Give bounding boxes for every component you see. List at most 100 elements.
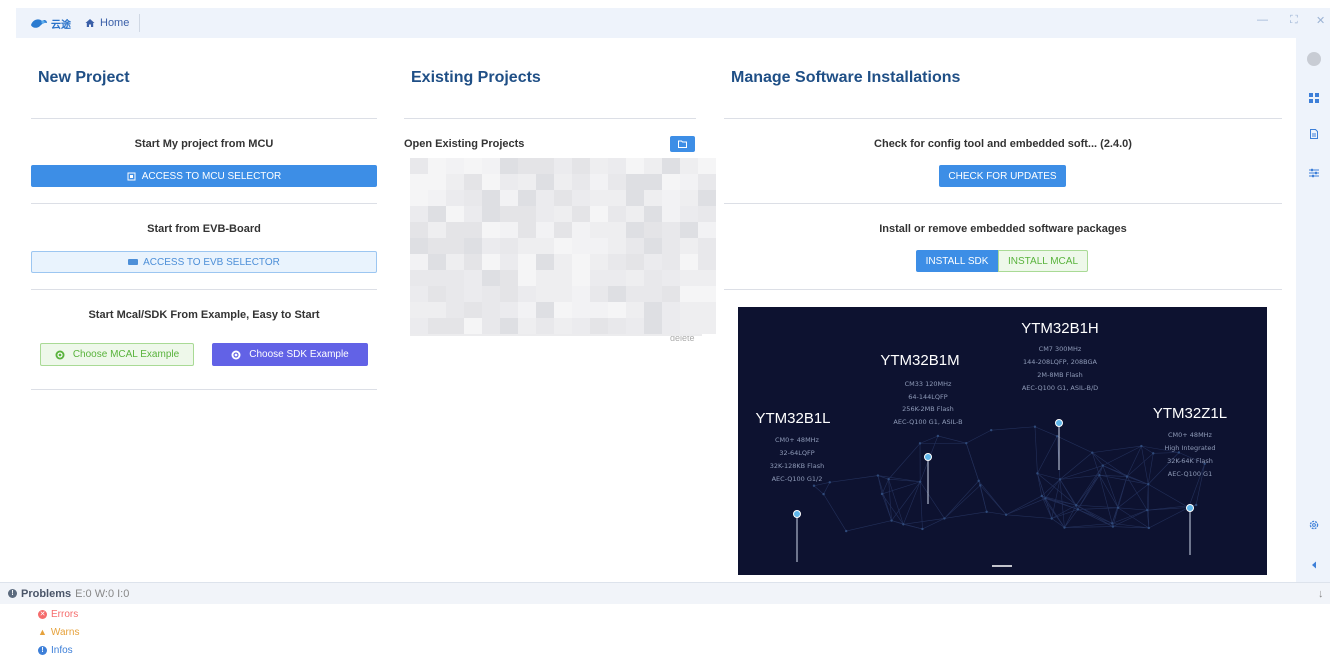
access-evb-selector-label: ACCESS TO EVB SELECTOR	[143, 256, 280, 268]
blur-cell	[518, 238, 536, 254]
mesh-node	[887, 478, 890, 481]
blur-cell	[446, 238, 464, 254]
blur-cell	[518, 222, 536, 238]
close-button[interactable]: ✕	[1316, 14, 1325, 27]
blur-cell	[626, 238, 644, 254]
blur-cell	[554, 206, 572, 222]
grid-icon[interactable]	[1309, 93, 1319, 103]
problems-errors-item[interactable]: ✕ Errors	[38, 605, 1330, 623]
blur-cell	[464, 222, 482, 238]
example-label: Start Mcal/SDK From Example, Easy to Sta…	[88, 309, 320, 321]
choose-mcal-example-button[interactable]: Choose MCAL Example	[40, 343, 194, 366]
mesh-line	[1056, 435, 1093, 453]
problems-warns-item[interactable]: ▲ Warns	[38, 623, 1330, 641]
choose-sdk-example-label: Choose SDK Example	[249, 349, 349, 360]
check-for-updates-button[interactable]: CHECK FOR UPDATES	[939, 165, 1066, 187]
mesh-node	[1110, 522, 1114, 525]
chip-icon	[127, 172, 136, 180]
mesh-line	[1146, 484, 1149, 511]
blur-cell	[518, 206, 536, 222]
blur-cell	[536, 190, 554, 206]
mesh-line	[1153, 452, 1179, 454]
mesh-line	[823, 482, 831, 495]
divider	[724, 289, 1282, 290]
right-toolbar	[1296, 38, 1330, 582]
mesh-line	[903, 524, 923, 530]
blur-cell	[626, 206, 644, 222]
blur-cell	[500, 318, 518, 334]
mesh-line	[1075, 475, 1100, 506]
mesh-line	[1045, 498, 1077, 506]
blur-cell	[662, 222, 680, 238]
minimize-button[interactable]: —	[1257, 14, 1268, 26]
blur-cell	[518, 158, 536, 174]
blur-cell	[536, 206, 554, 222]
mesh-line	[1077, 509, 1114, 527]
blur-cell	[428, 254, 446, 270]
mesh-node	[880, 492, 884, 496]
collapse-left-icon[interactable]	[1309, 560, 1319, 570]
mesh-line	[1034, 426, 1058, 437]
tab-home[interactable]: Home	[85, 14, 141, 32]
mesh-line	[1112, 509, 1148, 527]
access-evb-selector-button[interactable]: ACCESS TO EVB SELECTOR	[31, 251, 377, 273]
mesh-node	[977, 479, 980, 483]
install-sdk-button[interactable]: INSTALL SDK	[916, 250, 998, 272]
blur-cell	[500, 190, 518, 206]
blur-cell	[662, 254, 680, 270]
mesh-node	[1050, 517, 1053, 520]
problems-header[interactable]: ! Problems E:0 W:0 I:0 ↓	[0, 582, 1330, 604]
blur-cell	[662, 302, 680, 318]
blur-cell	[482, 206, 500, 222]
mesh-line	[1112, 509, 1148, 524]
avatar[interactable]	[1307, 52, 1321, 66]
board-icon	[128, 259, 139, 265]
document-icon[interactable]	[1309, 129, 1319, 139]
blur-cell	[644, 238, 662, 254]
blur-cell	[608, 286, 626, 302]
chip-spec: 2M-8MB Flash	[1037, 371, 1082, 379]
mesh-line	[966, 429, 992, 444]
evb-label: Start from EVB-Board	[147, 223, 261, 235]
mesh-line	[881, 479, 889, 495]
blur-cell	[482, 174, 500, 190]
mesh-node	[828, 481, 831, 484]
blur-cell	[698, 254, 716, 270]
product-banner: YTM32B1L CM0+ 48MHz 32-64LQFP 32K-128KB …	[738, 307, 1267, 575]
problems-infos-item[interactable]: ! Infos	[38, 641, 1330, 658]
blur-cell	[680, 206, 698, 222]
mesh-node	[1058, 478, 1062, 481]
home-icon	[85, 19, 95, 27]
open-folder-button[interactable]	[670, 136, 695, 152]
settings-icon[interactable]	[1309, 520, 1319, 530]
blur-cell	[626, 190, 644, 206]
manage-software-title: Manage Software Installations	[731, 69, 961, 86]
blur-cell	[626, 286, 644, 302]
install-mcal-button[interactable]: INSTALL MCAL	[998, 250, 1088, 272]
mesh-line	[813, 485, 824, 495]
blur-cell	[464, 270, 482, 286]
blur-cell	[608, 270, 626, 286]
blur-cell	[464, 286, 482, 302]
blur-cell	[590, 254, 608, 270]
recent-projects-list	[410, 158, 716, 336]
sliders-icon[interactable]	[1309, 168, 1319, 178]
blur-cell	[518, 190, 536, 206]
blur-cell	[572, 318, 590, 334]
mesh-line	[1064, 509, 1079, 528]
blur-cell	[662, 270, 680, 286]
mesh-node	[1040, 494, 1043, 498]
choose-sdk-example-button[interactable]: Choose SDK Example	[212, 343, 368, 366]
collapse-panel-icon[interactable]: ↓	[1318, 588, 1324, 600]
blur-cell	[608, 190, 626, 206]
mesh-node	[1004, 513, 1008, 516]
mesh-line	[1099, 475, 1119, 508]
access-mcu-selector-button[interactable]: ACCESS TO MCU SELECTOR	[31, 165, 377, 187]
maximize-button[interactable]: ⛶	[1290, 14, 1298, 27]
logo-text: 云途	[51, 19, 71, 31]
chip-spec: 64-144LQFP	[908, 393, 947, 401]
blur-cell	[626, 318, 644, 334]
blur-cell	[680, 302, 698, 318]
chip-spec: CM0+ 48MHz	[1168, 431, 1213, 439]
blur-cell	[536, 318, 554, 334]
